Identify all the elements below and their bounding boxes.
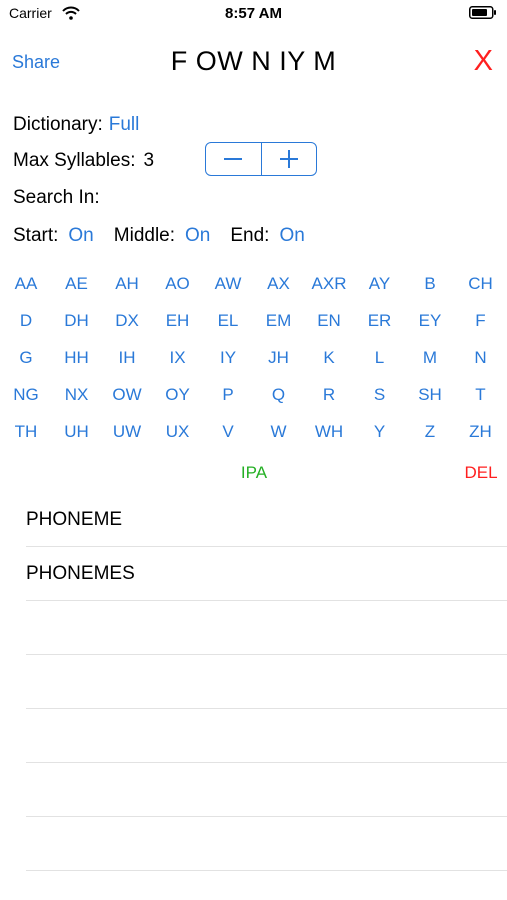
phoneme-key[interactable]: AW <box>203 274 253 294</box>
minus-icon <box>224 158 243 160</box>
ipa-key[interactable]: IPA <box>229 463 279 483</box>
phoneme-key[interactable]: WH <box>304 422 354 442</box>
result-row[interactable] <box>26 709 507 763</box>
phoneme-key[interactable]: P <box>203 385 253 405</box>
middle-label: Middle: <box>113 225 176 246</box>
phoneme-key[interactable]: IX <box>153 348 203 368</box>
battery-icon <box>469 6 496 19</box>
result-row[interactable] <box>26 601 507 655</box>
phoneme-key[interactable]: AO <box>153 274 203 294</box>
phoneme-key[interactable]: OY <box>153 385 203 405</box>
phoneme-key[interactable]: AH <box>102 274 152 294</box>
phoneme-key[interactable]: HH <box>52 348 102 368</box>
phoneme-key[interactable]: IH <box>102 348 152 368</box>
phoneme-key[interactable]: UW <box>102 422 152 442</box>
phoneme-key[interactable]: V <box>203 422 253 442</box>
phoneme-key[interactable]: NG <box>1 385 51 405</box>
phoneme-key[interactable]: B <box>405 274 455 294</box>
phoneme-key[interactable]: Q <box>254 385 304 405</box>
search-in-label: Search In: <box>13 187 100 208</box>
phoneme-key[interactable]: W <box>254 422 304 442</box>
phoneme-key[interactable]: Z <box>405 422 455 442</box>
result-row[interactable]: PHONEMES <box>26 547 507 601</box>
phoneme-key[interactable]: TH <box>1 422 51 442</box>
phoneme-key[interactable]: EY <box>405 311 455 331</box>
phoneme-key[interactable]: NX <box>52 385 102 405</box>
dictionary-row: Dictionary: Full <box>13 114 139 136</box>
status-bar: Carrier 8:57 AM <box>0 0 507 28</box>
phoneme-key[interactable]: G <box>1 348 51 368</box>
phoneme-key[interactable]: AE <box>52 274 102 294</box>
phoneme-key[interactable]: EN <box>304 311 354 331</box>
phoneme-key[interactable]: CH <box>456 274 506 294</box>
page-title: F OW N IY M <box>170 46 337 76</box>
dictionary-label: Dictionary: <box>13 114 103 135</box>
phoneme-key[interactable]: UX <box>153 422 203 442</box>
start-toggle[interactable]: On <box>68 225 93 246</box>
dictionary-selector[interactable]: Full <box>109 114 140 135</box>
phoneme-key[interactable]: DH <box>52 311 102 331</box>
phoneme-key[interactable]: AX <box>254 274 304 294</box>
phoneme-key[interactable]: IY <box>203 348 253 368</box>
status-time: 8:57 AM <box>225 5 282 22</box>
end-toggle[interactable]: On <box>279 225 304 246</box>
phoneme-key[interactable]: OW <box>102 385 152 405</box>
result-row[interactable]: PHONEME <box>26 493 507 547</box>
result-row[interactable] <box>26 655 507 709</box>
end-label: End: <box>230 225 270 246</box>
max-syllables-value: 3 <box>143 150 155 171</box>
decrement-button[interactable] <box>206 143 261 175</box>
phoneme-key[interactable]: M <box>405 348 455 368</box>
phoneme-key[interactable]: F <box>456 311 506 331</box>
phoneme-key[interactable]: SH <box>405 385 455 405</box>
phoneme-key[interactable]: S <box>355 385 405 405</box>
max-syllables-stepper[interactable] <box>205 142 317 176</box>
phoneme-key[interactable]: N <box>456 348 506 368</box>
results-list: PHONEME PHONEMES <box>26 493 507 871</box>
phoneme-key[interactable]: JH <box>254 348 304 368</box>
phoneme-key[interactable]: EM <box>254 311 304 331</box>
start-label: Start: <box>13 225 59 246</box>
max-syllables-row: Max Syllables: 3 <box>13 150 154 172</box>
plus-icon <box>279 150 298 168</box>
phoneme-key[interactable]: T <box>456 385 506 405</box>
phoneme-key[interactable]: AY <box>355 274 405 294</box>
phoneme-key[interactable]: AXR <box>304 274 354 294</box>
increment-button[interactable] <box>260 143 317 175</box>
phoneme-key[interactable]: R <box>304 385 354 405</box>
phoneme-key[interactable]: ZH <box>456 422 506 442</box>
result-row[interactable] <box>26 763 507 817</box>
close-button[interactable]: X <box>474 45 493 78</box>
middle-toggle[interactable]: On <box>185 225 210 246</box>
delete-key[interactable]: DEL <box>456 463 506 483</box>
phoneme-key[interactable]: EH <box>153 311 203 331</box>
phoneme-key[interactable]: EL <box>203 311 253 331</box>
phoneme-key[interactable]: AA <box>1 274 51 294</box>
result-row[interactable] <box>26 817 507 871</box>
phoneme-key[interactable]: ER <box>355 311 405 331</box>
max-syllables-label: Max Syllables: <box>13 150 136 171</box>
phoneme-key[interactable]: UH <box>52 422 102 442</box>
phoneme-key[interactable]: DX <box>102 311 152 331</box>
phoneme-key[interactable]: D <box>1 311 51 331</box>
phoneme-key[interactable]: Y <box>355 422 405 442</box>
search-position-row: Start: On Middle: On End: On <box>13 225 305 247</box>
phoneme-key[interactable]: K <box>304 348 354 368</box>
phoneme-key[interactable]: L <box>355 348 405 368</box>
